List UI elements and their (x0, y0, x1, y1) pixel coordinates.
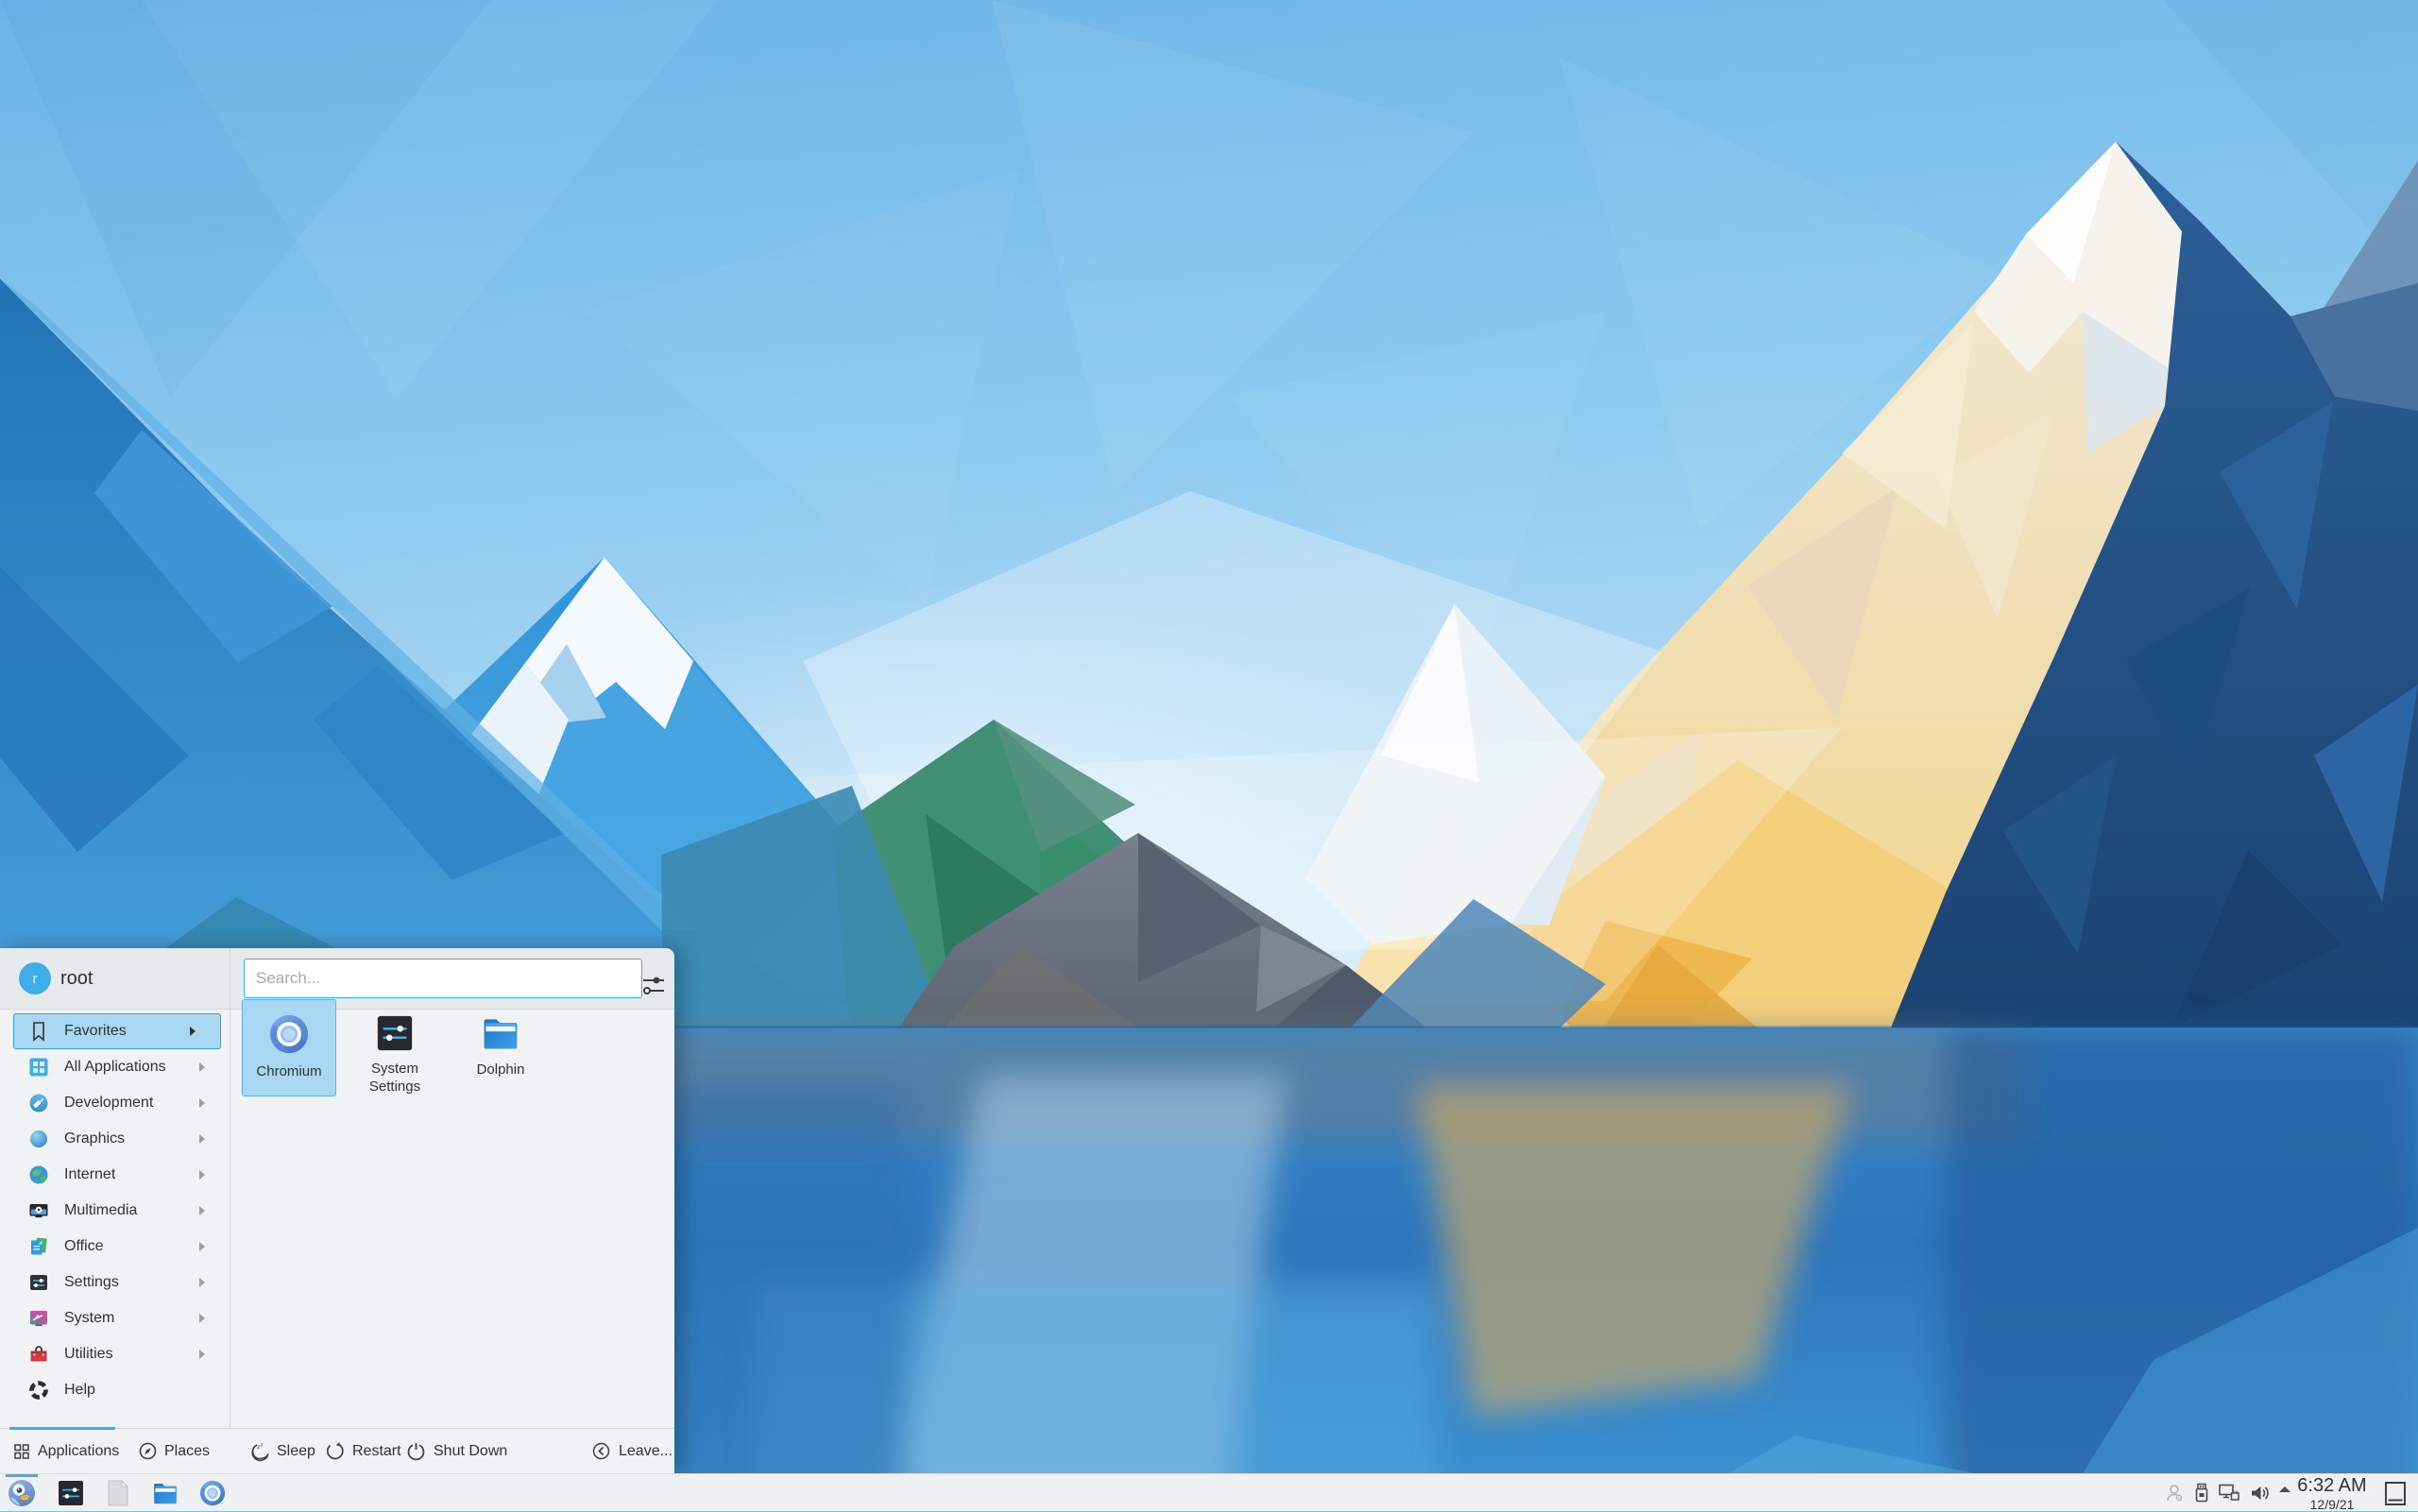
dolphin-icon (480, 1012, 521, 1054)
system-settings-icon (57, 1479, 85, 1507)
document-icon (105, 1479, 131, 1507)
sidebar-item-label: Development (64, 1095, 199, 1112)
chevron-right-icon (199, 1206, 205, 1215)
chromium-icon (267, 1012, 311, 1056)
chevron-right-icon (199, 1314, 205, 1323)
digital-clock[interactable]: 6:32 AM 12/9/21 (2290, 1476, 2375, 1511)
chevron-right-icon (199, 1170, 205, 1180)
network-icon[interactable] (2218, 1482, 2241, 1504)
taskbar-dolphin-button[interactable] (149, 1477, 181, 1509)
applications-grid-icon (13, 1443, 30, 1460)
sidebar-item-label: Graphics (64, 1130, 199, 1147)
sidebar-item-label: Help (64, 1382, 230, 1399)
session-action-label: Sleep (277, 1443, 315, 1460)
leave-icon (591, 1441, 611, 1461)
volume-icon[interactable] (2249, 1482, 2272, 1504)
restart-icon (325, 1441, 345, 1461)
favorite-system-settings[interactable]: System Settings (348, 999, 442, 1096)
office-icon (28, 1236, 49, 1257)
shut-down-button[interactable]: Shut Down (406, 1429, 507, 1473)
taskbar: 6:32 AM 12/9/21 (0, 1473, 2418, 1511)
tab-applications[interactable]: Applications (13, 1429, 119, 1473)
sidebar-item-label: System (64, 1310, 199, 1327)
session-action-label: Shut Down (434, 1443, 507, 1460)
configure-icon[interactable] (639, 971, 669, 1006)
user-name: root (60, 948, 93, 1009)
sidebar-item-development[interactable]: Development (0, 1085, 230, 1121)
favorite-label: System Settings (351, 1060, 438, 1096)
chromium-icon (198, 1479, 227, 1507)
sidebar-item-label: Multimedia (64, 1202, 199, 1219)
sidebar-item-all-applications[interactable]: All Applications (0, 1049, 230, 1085)
sidebar-item-settings[interactable]: Settings (0, 1265, 230, 1300)
leave-button[interactable]: Leave... (591, 1429, 673, 1473)
utilities-icon (28, 1344, 49, 1365)
dolphin-icon (151, 1479, 179, 1507)
favorite-dolphin[interactable]: Dolphin (453, 999, 548, 1096)
sidebar-item-utilities[interactable]: Utilities (0, 1336, 230, 1372)
sidebar-item-label: Utilities (64, 1346, 199, 1363)
application-launcher-menu: r root Favorites All Applications De (0, 948, 674, 1473)
bookmark-icon (28, 1021, 49, 1042)
sidebar-item-help[interactable]: Help (0, 1372, 230, 1408)
sidebar-item-label: Office (64, 1238, 199, 1255)
internet-icon (28, 1164, 49, 1185)
favorite-chromium[interactable]: Chromium (242, 999, 336, 1096)
session-action-label: Restart (352, 1443, 401, 1460)
clock-time: 6:32 AM (2290, 1476, 2375, 1495)
restart-button[interactable]: Restart (325, 1429, 401, 1473)
sidebar-item-label: Settings (64, 1274, 199, 1291)
sidebar-item-system[interactable]: System (0, 1300, 230, 1336)
removable-device-icon[interactable] (2191, 1482, 2212, 1504)
compass-icon (139, 1442, 157, 1460)
multimedia-icon (28, 1200, 49, 1221)
development-icon (28, 1093, 49, 1113)
session-action-label: Leave... (619, 1443, 673, 1460)
show-desktop-button[interactable] (2384, 1481, 2407, 1506)
taskbar-system-settings-button[interactable] (55, 1477, 87, 1509)
sleep-button[interactable]: z z Sleep (248, 1429, 315, 1473)
tab-places[interactable]: Places (139, 1429, 210, 1473)
sidebar-item-label: All Applications (64, 1059, 199, 1076)
sidebar-item-internet[interactable]: Internet (0, 1157, 230, 1193)
chevron-right-icon (199, 1350, 205, 1359)
help-icon (28, 1380, 49, 1401)
chevron-right-icon (199, 1098, 205, 1108)
taskbar-document-button[interactable] (102, 1477, 134, 1509)
system-icon (28, 1308, 49, 1329)
user-switch-icon[interactable] (2164, 1482, 2185, 1504)
power-icon (406, 1441, 426, 1461)
taskbar-chromium-button[interactable] (196, 1477, 229, 1509)
graphics-icon (28, 1129, 49, 1149)
favorite-label: Chromium (246, 1062, 332, 1080)
sidebar-item-office[interactable]: Office (0, 1229, 230, 1265)
launcher-footer: Applications Places z z Sleep Restart (0, 1428, 674, 1473)
application-launcher-button[interactable] (6, 1477, 38, 1509)
sidebar-item-label: Internet (64, 1166, 199, 1183)
tab-label: Places (164, 1443, 210, 1460)
clock-date: 12/9/21 (2290, 1498, 2375, 1511)
chevron-right-icon (199, 1278, 205, 1287)
sidebar-item-graphics[interactable]: Graphics (0, 1121, 230, 1157)
chevron-right-icon (199, 1134, 205, 1144)
sidebar-item-multimedia[interactable]: Multimedia (0, 1193, 230, 1229)
sidebar-item-label: Favorites (64, 1023, 190, 1040)
search-input[interactable] (244, 959, 642, 998)
chevron-right-icon (190, 1027, 196, 1036)
settings-icon (28, 1272, 49, 1293)
svg-text:z: z (257, 1444, 260, 1451)
desktop: { "launcher": { "user_name": "root", "se… (0, 0, 2418, 1511)
sidebar-item-favorites[interactable]: Favorites (13, 1013, 221, 1049)
chevron-right-icon (199, 1062, 205, 1072)
svg-text:z: z (261, 1442, 264, 1448)
application-launcher-icon (7, 1478, 37, 1508)
chevron-right-icon (199, 1242, 205, 1251)
user-avatar[interactable]: r (19, 962, 51, 994)
system-settings-icon (375, 1013, 415, 1053)
tab-label: Applications (38, 1443, 119, 1460)
sleep-icon: z z (248, 1441, 269, 1462)
favorite-label: Dolphin (457, 1061, 544, 1079)
applications-icon (28, 1057, 49, 1078)
